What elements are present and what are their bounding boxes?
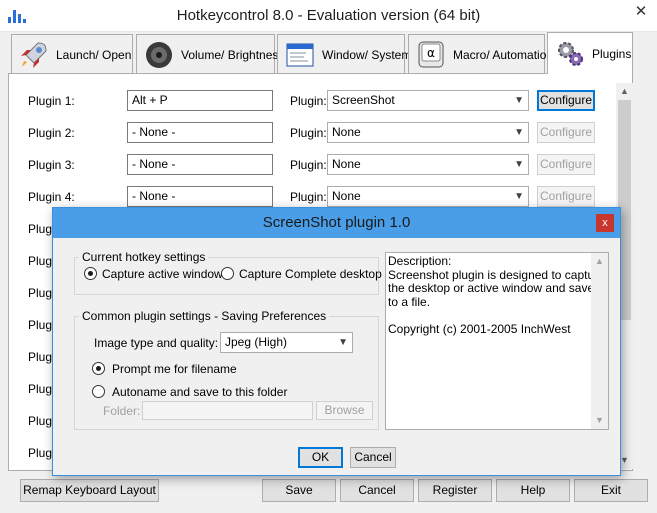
plugin-4-select[interactable]: None ▼ xyxy=(327,186,529,207)
plugin-4-value: None xyxy=(332,189,361,203)
window-icon xyxy=(286,43,314,66)
plugin-1-select[interactable]: ScreenShot ▼ xyxy=(327,90,529,111)
description-line: Screenshot plugin is designed to capture xyxy=(388,267,605,282)
description-heading: Description: xyxy=(388,254,452,268)
autoname-label[interactable]: Autoname and save to this folder xyxy=(112,385,287,399)
keyboard-key-icon: α xyxy=(418,41,444,67)
tab-label: Plugins xyxy=(592,46,632,61)
scroll-up-icon[interactable]: ▲ xyxy=(616,83,633,100)
plugin-11-label: Plugi xyxy=(28,414,55,428)
speaker-icon xyxy=(146,41,172,68)
exit-button[interactable]: Exit xyxy=(574,479,648,502)
plugin-2-select[interactable]: None ▼ xyxy=(327,122,529,143)
plugin-2-select-label: Plugin: xyxy=(290,126,327,140)
window-title: Hotkeycontrol 8.0 - Evaluation version (… xyxy=(176,7,481,24)
svg-text:α: α xyxy=(427,46,435,60)
plugin-3-hotkey-field[interactable]: - None - xyxy=(127,154,273,175)
capture-window-radio[interactable] xyxy=(84,267,97,280)
plugin-2-label: Plugin 2: xyxy=(28,126,75,140)
dialog-title: ScreenShot plugin 1.0 xyxy=(53,208,620,238)
description-line: to a file. xyxy=(388,294,431,309)
capture-desktop-label[interactable]: Capture Complete desktop xyxy=(239,267,382,281)
dialog-cancel-button[interactable]: Cancel xyxy=(350,447,396,468)
tab-window-system[interactable]: Window/ System xyxy=(277,34,411,74)
dialog-ok-button[interactable]: OK xyxy=(298,447,343,468)
cancel-button[interactable]: Cancel xyxy=(340,479,414,502)
plugin-10-label: Plugi xyxy=(28,382,55,396)
tab-macro-automation[interactable]: α Macro/ Automation xyxy=(408,34,553,74)
tab-label: Launch/ Open xyxy=(56,47,132,62)
plugin-1-select-label: Plugin: xyxy=(290,94,327,108)
plugin-3-label: Plugin 3: xyxy=(28,158,75,172)
chevron-down-icon: ▼ xyxy=(514,191,524,202)
prompt-filename-label[interactable]: Prompt me for filename xyxy=(112,362,237,376)
quality-select[interactable]: Jpeg (High) ▼ xyxy=(220,332,353,353)
window-close-button[interactable]: ✕ xyxy=(629,2,653,22)
plugin-1-hotkey-field[interactable]: Alt + P xyxy=(127,90,273,111)
dialog-close-button[interactable]: x xyxy=(596,214,614,232)
plugin-4-label: Plugin 4: xyxy=(28,190,75,204)
plugin-4-select-label: Plugin: xyxy=(290,190,327,204)
description-scrollbar[interactable]: ▲ ▼ xyxy=(591,253,608,429)
save-button[interactable]: Save xyxy=(262,479,336,502)
chevron-down-icon: ▼ xyxy=(514,127,524,138)
plugin-2-value: None xyxy=(332,125,361,139)
quality-label: Image type and quality: xyxy=(94,336,219,350)
gears-icon xyxy=(558,41,583,66)
description-line: the desktop or active window and save it xyxy=(388,281,604,295)
tab-volume-brightness[interactable]: Volume/ Brightness xyxy=(136,34,284,74)
plugin-12-label: Plugi xyxy=(28,446,55,460)
plugin-3-select[interactable]: None ▼ xyxy=(327,154,529,175)
plugin-3-configure-button: Configure xyxy=(537,154,595,175)
rocket-icon xyxy=(21,41,47,68)
tab-launch-open[interactable]: Launch/ Open xyxy=(11,34,133,74)
plugin-1-label: Plugin 1: xyxy=(28,94,75,108)
chevron-down-icon: ▼ xyxy=(514,159,524,170)
remap-keyboard-button[interactable]: Remap Keyboard Layout xyxy=(20,479,159,502)
plugin-3-select-label: Plugin: xyxy=(290,158,327,172)
prompt-filename-radio[interactable] xyxy=(92,362,105,375)
quality-value: Jpeg (High) xyxy=(225,335,288,349)
help-button[interactable]: Help xyxy=(496,479,570,502)
plugin-1-value: ScreenShot xyxy=(332,93,395,107)
tab-strip: Launch/ Open Volume/ Brightness Window/ … xyxy=(0,32,657,74)
plugin-6-label: Plugi xyxy=(28,254,55,268)
chevron-down-icon: ▼ xyxy=(338,337,348,348)
plugin-4-hotkey-field[interactable]: - None - xyxy=(127,186,273,207)
tab-plugins[interactable]: Plugins xyxy=(547,32,633,74)
plugin-7-label: Plugi xyxy=(28,286,55,300)
scroll-up-icon[interactable]: ▲ xyxy=(591,253,608,270)
hotkey-settings-title: Current hotkey settings xyxy=(79,250,209,264)
description-box: Description: Screenshot plugin is design… xyxy=(385,252,609,430)
copyright-line: Copyright (c) 2001-2005 InchWest xyxy=(388,321,571,336)
capture-window-label[interactable]: Capture active window xyxy=(102,267,223,281)
plugin-2-hotkey-field[interactable]: - None - xyxy=(127,122,273,143)
plugin-4-configure-button: Configure xyxy=(537,186,595,207)
common-settings-title: Common plugin settings - Saving Preferen… xyxy=(79,309,330,323)
plugin-5-label: Plugi xyxy=(28,222,55,236)
register-button[interactable]: Register xyxy=(418,479,492,502)
folder-label: Folder: xyxy=(103,404,141,418)
folder-field[interactable] xyxy=(142,401,313,420)
plugin-3-value: None xyxy=(332,157,361,171)
scroll-down-icon[interactable]: ▼ xyxy=(591,412,608,429)
screenshot-plugin-dialog: ScreenShot plugin 1.0 x Current hotkey s… xyxy=(52,207,621,476)
tab-label: Macro/ Automation xyxy=(453,47,554,62)
autoname-radio[interactable] xyxy=(92,385,105,398)
tab-label: Volume/ Brightness xyxy=(181,47,285,62)
tab-label: Window/ System xyxy=(322,47,412,62)
capture-desktop-radio[interactable] xyxy=(221,267,234,280)
chevron-down-icon: ▼ xyxy=(514,95,524,106)
main-title-bar: Hotkeycontrol 8.0 - Evaluation version (… xyxy=(0,0,657,32)
plugin-2-configure-button: Configure xyxy=(537,122,595,143)
plugin-9-label: Plugi xyxy=(28,350,55,364)
plugin-8-label: Plugi xyxy=(28,318,55,332)
browse-button: Browse xyxy=(316,401,373,420)
plugin-1-configure-button[interactable]: Configure xyxy=(537,90,595,111)
